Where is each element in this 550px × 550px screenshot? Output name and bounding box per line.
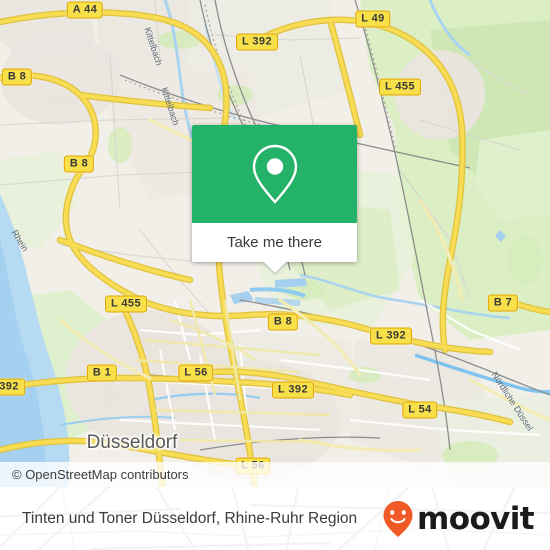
- road-shield[interactable]: L 392: [272, 381, 314, 399]
- attribution-text[interactable]: © OpenStreetMap contributors: [0, 467, 189, 482]
- take-me-there-button[interactable]: Take me there: [192, 223, 357, 262]
- road-shield[interactable]: L 455: [379, 78, 421, 96]
- moovit-brand[interactable]: moovit: [380, 499, 535, 539]
- road-shield[interactable]: B 8: [267, 313, 299, 331]
- road-shield[interactable]: L 56: [178, 364, 214, 382]
- road-shield[interactable]: 392: [0, 378, 25, 396]
- map-screenshot: A 44 L 392 L 49 B 8 L 455 B 8 L 455 B 8 …: [0, 0, 550, 550]
- map-attribution-bar: © OpenStreetMap contributors: [0, 462, 550, 487]
- road-shield[interactable]: L 455: [105, 295, 147, 313]
- road-shield[interactable]: L 49: [355, 10, 391, 28]
- page-title: Tinten und Toner Düsseldorf, Rhine-Ruhr …: [22, 509, 358, 527]
- popup-pointer: [263, 262, 286, 273]
- road-shield[interactable]: B 8: [63, 155, 95, 173]
- map-canvas[interactable]: A 44 L 392 L 49 B 8 L 455 B 8 L 455 B 8 …: [0, 0, 550, 487]
- location-popup[interactable]: Take me there: [192, 125, 357, 273]
- road-shield[interactable]: B 8: [1, 68, 33, 86]
- road-shield[interactable]: B 1: [86, 364, 118, 382]
- moovit-smiley-pin-icon: [383, 500, 413, 537]
- road-shield[interactable]: A 44: [66, 1, 104, 19]
- popup-header: [192, 125, 357, 223]
- road-shield[interactable]: B 7: [487, 294, 519, 312]
- map-pin-icon: [252, 144, 297, 204]
- road-shield[interactable]: L 392: [370, 327, 412, 345]
- moovit-wordmark: moovit: [417, 500, 535, 537]
- take-me-there-label: Take me there: [226, 234, 323, 251]
- road-shield[interactable]: L 54: [402, 401, 438, 419]
- road-shield[interactable]: L 392: [236, 33, 278, 51]
- city-label-duesseldorf: Düsseldorf: [86, 432, 178, 453]
- footer-bar: Tinten und Toner Düsseldorf, Rhine-Ruhr …: [0, 487, 550, 550]
